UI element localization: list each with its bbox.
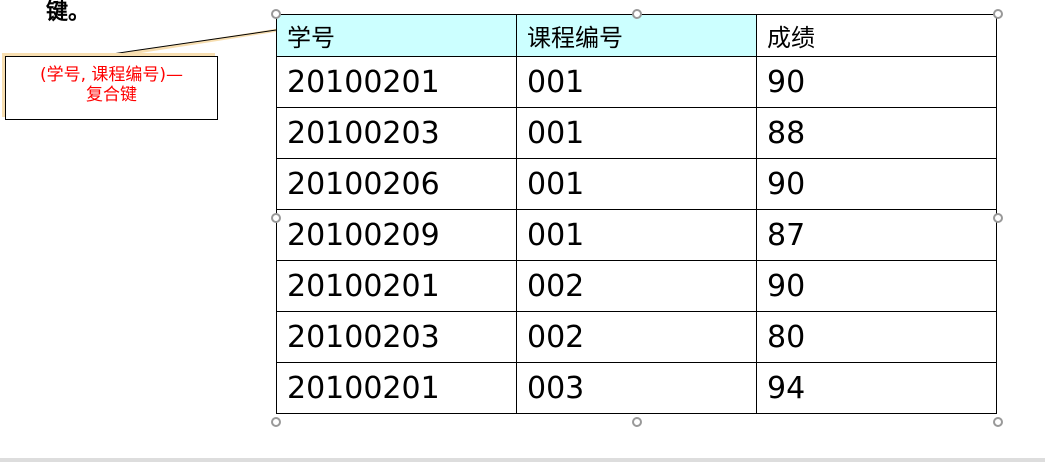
- resize-handle-tr[interactable]: [993, 9, 1003, 19]
- cell-score: 94: [756, 362, 997, 414]
- table-header-row: 学号 课程编号 成绩: [276, 14, 997, 57]
- cell-course-id: 001: [516, 209, 757, 261]
- cell-score: 90: [756, 56, 997, 108]
- table-row: 20100203 002 80: [276, 311, 997, 363]
- table-row: 20100203 001 88: [276, 107, 997, 159]
- cell-score: 88: [756, 107, 997, 159]
- data-table[interactable]: 学号 课程编号 成绩 20100201 001 90 20100203 001 88 201…: [276, 14, 997, 414]
- cell-student-id: 20100209: [276, 209, 517, 261]
- cell-course-id: 001: [516, 56, 757, 108]
- resize-handle-mr[interactable]: [993, 213, 1003, 223]
- cell-course-id: 003: [516, 362, 757, 414]
- cell-score: 90: [756, 260, 997, 312]
- table-row: 20100201 003 94: [276, 362, 997, 414]
- resize-handle-bl[interactable]: [271, 417, 281, 427]
- cell-student-id: 20100206: [276, 158, 517, 210]
- cell-course-id: 002: [516, 260, 757, 312]
- page-bottom-edge: [0, 458, 1045, 462]
- table-row: 20100206 001 90: [276, 158, 997, 210]
- resize-handle-ml[interactable]: [271, 213, 281, 223]
- cell-student-id: 20100203: [276, 107, 517, 159]
- cell-score: 80: [756, 311, 997, 363]
- cell-student-id: 20100203: [276, 311, 517, 363]
- header-student-id: 学号: [276, 14, 517, 57]
- cell-course-id: 001: [516, 158, 757, 210]
- cell-course-id: 002: [516, 311, 757, 363]
- cell-student-id: 20100201: [276, 260, 517, 312]
- cell-student-id: 20100201: [276, 362, 517, 414]
- callout-line-1: (学号, 课程编号)—: [39, 65, 184, 85]
- header-score: 成绩: [756, 14, 997, 57]
- header-course-id: 课程编号: [516, 14, 757, 57]
- resize-handle-bm[interactable]: [632, 417, 642, 427]
- cell-score: 90: [756, 158, 997, 210]
- callout-line-2: 复合键: [86, 85, 137, 105]
- cell-score: 87: [756, 209, 997, 261]
- resize-handle-tl[interactable]: [271, 9, 281, 19]
- resize-handle-br[interactable]: [993, 417, 1003, 427]
- resize-handle-tm[interactable]: [632, 9, 642, 19]
- table-row: 20100201 001 90: [276, 56, 997, 108]
- cell-student-id: 20100201: [276, 56, 517, 108]
- callout-box[interactable]: (学号, 课程编号)— 复合键: [5, 56, 218, 120]
- table-row: 20100201 002 90: [276, 260, 997, 312]
- table-row: 20100209 001 87: [276, 209, 997, 261]
- cell-course-id: 001: [516, 107, 757, 159]
